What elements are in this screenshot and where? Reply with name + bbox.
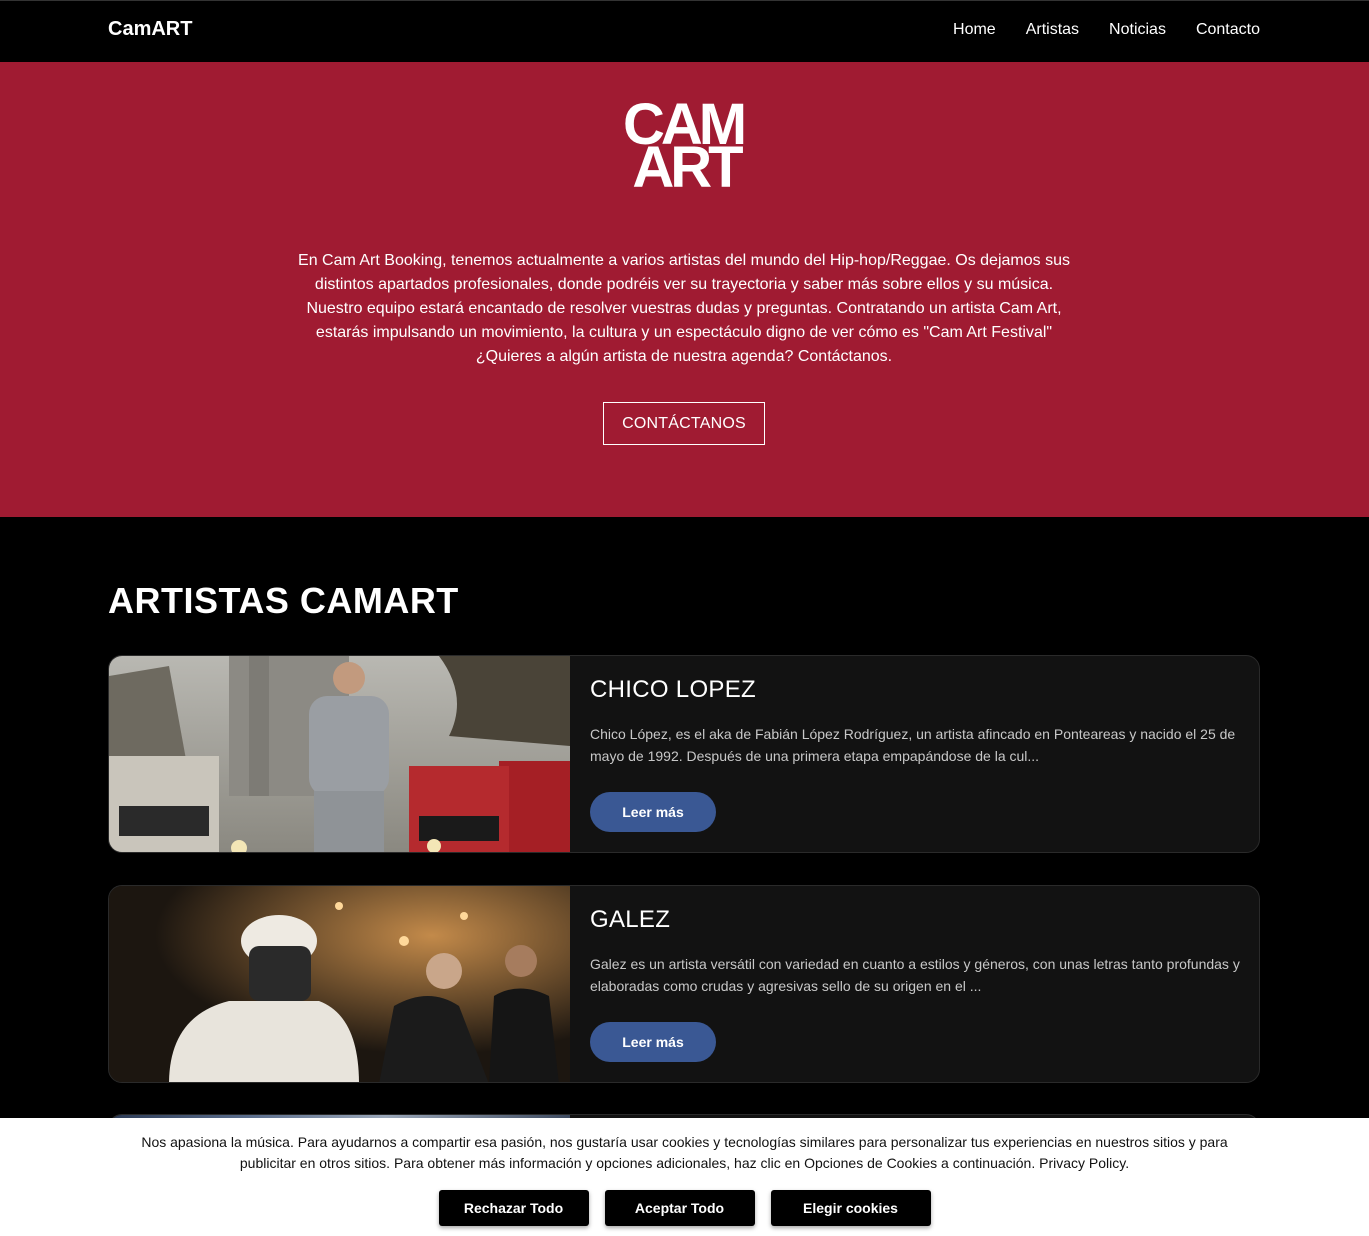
hero-line-1: En Cam Art Booking, tenemos actualmente …: [298, 252, 1070, 269]
artist-photo-galez: [109, 886, 570, 1082]
hero-description: En Cam Art Booking, tenemos actualmente …: [274, 249, 1094, 369]
artist-photo-chico-lopez: [109, 656, 570, 852]
artist-name: GALEZ: [590, 906, 671, 933]
hero-line-5: ¿Quieres a algún artista de nuestra agen…: [475, 348, 893, 365]
brand-link[interactable]: CamART: [108, 18, 192, 41]
artist-description: Galez es un artista versátil con varieda…: [590, 956, 1240, 994]
reject-all-button[interactable]: Rechazar Todo: [438, 1190, 589, 1226]
camart-logo: CAM ART: [623, 98, 748, 190]
nav-links: Home Artistas Noticias Contacto: [953, 21, 1260, 39]
nav-link-home[interactable]: Home: [953, 21, 996, 39]
nav-link-artistas[interactable]: Artistas: [1026, 21, 1079, 39]
logo-text-art: ART: [632, 135, 743, 190]
accept-all-button[interactable]: Aceptar Todo: [604, 1190, 755, 1226]
artist-description: Chico López, es el aka de Fabián López R…: [590, 726, 1236, 764]
top-navbar: CamART Home Artistas Noticias Contacto: [0, 0, 1369, 62]
cookie-banner: Nos apasiona la música. Para ayudarnos a…: [0, 1118, 1369, 1236]
read-more-button[interactable]: Leer más: [590, 792, 716, 832]
hero-line-4: estarás impulsando un movimiento, la cul…: [315, 324, 1053, 341]
artists-section-title: ARTISTAS CAMART: [108, 580, 459, 621]
contact-button[interactable]: CONTÁCTANOS: [603, 402, 765, 445]
cookie-actions: Rechazar Todo Aceptar Todo Elegir cookie…: [0, 1190, 1369, 1226]
artist-name: CHICO LOPEZ: [590, 676, 756, 703]
choose-cookies-button[interactable]: Elegir cookies: [770, 1190, 931, 1226]
artist-card-galez: GALEZ Galez es un artista versátil con v…: [108, 885, 1260, 1083]
nav-link-noticias[interactable]: Noticias: [1109, 21, 1166, 39]
hero-section: CAM ART En Cam Art Booking, tenemos actu…: [0, 62, 1369, 517]
read-more-button[interactable]: Leer más: [590, 1022, 716, 1062]
hero-line-2: distintos apartados profesionales, donde…: [314, 276, 1054, 293]
hero-line-3: Nuestro equipo estará encantado de resol…: [306, 300, 1062, 317]
nav-link-contacto[interactable]: Contacto: [1196, 21, 1260, 39]
artist-card-chico-lopez: CHICO LOPEZ Chico López, es el aka de Fa…: [108, 655, 1260, 853]
cookie-message: Nos apasiona la música. Para ayudarnos a…: [141, 1134, 1228, 1171]
